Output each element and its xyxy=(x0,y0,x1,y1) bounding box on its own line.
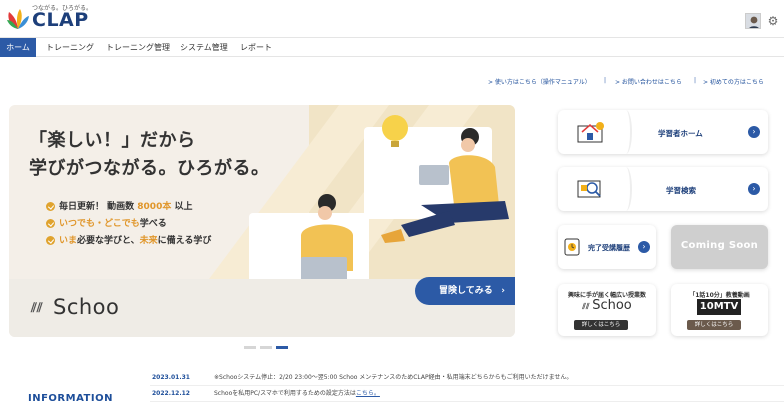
tentv-promo-heading: 「1話10分」教養動画 xyxy=(689,292,750,299)
main-nav: ホーム トレーニング トレーニング管理 システム管理 レポート xyxy=(0,37,784,57)
nav-system-management[interactable]: システム管理 xyxy=(174,38,234,57)
search-screen-icon xyxy=(577,180,601,198)
card-divider xyxy=(620,167,632,211)
completed-history-label: 完了受講履歴 xyxy=(588,244,630,252)
learning-search-card[interactable]: 学習検索 › xyxy=(558,167,768,211)
logo-wordmark: CLAP xyxy=(32,9,89,31)
schoo-promo-logo: ⫽⫽ Schoo xyxy=(582,298,632,313)
hero-bullets: 毎日更新！ 動画数 8000本 以上 いつでも・どこでも学べる いま必要な学びと… xyxy=(46,200,211,251)
news-text: Schooを私用PC/スマホで利用するための設定方法はこちら。 xyxy=(214,390,380,397)
schoo-promo-card[interactable]: 興味に手が届く幅広い授業数 ⫽⫽ Schoo 詳しくはこちら xyxy=(558,284,656,336)
nav-training-management[interactable]: トレーニング管理 xyxy=(100,38,176,57)
hero-title-line1: 「楽しい！」だから xyxy=(29,130,196,151)
bullet-item: いま必要な学びと、未来に備える学び xyxy=(46,234,211,251)
bullet-item: 毎日更新！ 動画数 8000本 以上 xyxy=(46,200,211,217)
history-icon xyxy=(564,238,580,256)
adventure-button[interactable]: 冒険してみる › xyxy=(415,277,515,305)
bullet-item: いつでも・どこでも学べる xyxy=(46,217,211,234)
information-heading: INFORMATION xyxy=(28,393,113,404)
chevron-right-icon: › xyxy=(501,286,505,296)
manual-link[interactable]: > 使い方はこちら（操作マニュアル） xyxy=(488,77,591,86)
schoo-stripes-icon: ⫽⫽ xyxy=(582,302,593,311)
hero-banner[interactable]: 「楽しい！」だから 学びがつながる。ひろがる。 毎日更新！ 動画数 8000本 … xyxy=(9,105,515,337)
hero-title-line2: 学びがつながる。ひろがる。 xyxy=(29,158,270,179)
schoo-stripes-icon: ⫽⫽ xyxy=(31,301,43,316)
news-date: 2023.01.31 xyxy=(152,374,190,381)
hero-title: 「楽しい！」だから 学びがつながる。ひろがる。 xyxy=(29,127,270,183)
user-photo-icon xyxy=(746,14,760,28)
house-icon xyxy=(577,122,604,143)
tentv-logo: 10MTV xyxy=(697,299,741,315)
learner-home-label: 学習者ホーム xyxy=(658,129,703,138)
news-date: 2022.12.12 xyxy=(152,390,190,397)
coming-soon-label: Coming Soon xyxy=(680,240,759,251)
news-text: ※Schooシステム停止：2/20 23:00～翌5:00 Schoo メンテナ… xyxy=(214,374,573,381)
nav-report[interactable]: レポート xyxy=(234,38,278,57)
coming-soon-card: Coming Soon xyxy=(671,225,768,269)
carousel-dot[interactable] xyxy=(244,346,256,349)
help-links: > 使い方はこちら（操作マニュアル） | > お問い合わせはこちら | > 初め… xyxy=(470,77,780,89)
news-row: 2022.12.12 Schooを私用PC/スマホで利用するための設定方法はこち… xyxy=(150,386,784,402)
carousel-dot[interactable] xyxy=(260,346,272,349)
tentv-promo-card[interactable]: 「1話10分」教養動画 10MTV 詳しくはこちら xyxy=(671,284,768,336)
user-avatar[interactable] xyxy=(745,13,761,29)
news-list: 2023.01.31 ※Schooシステム停止：2/20 23:00～翌5:00… xyxy=(0,370,784,402)
link-divider: | xyxy=(604,77,607,84)
contact-link[interactable]: > お問い合わせはこちら xyxy=(615,77,682,86)
first-time-link[interactable]: > 初めての方はこちら xyxy=(703,77,764,86)
completed-history-card[interactable]: 完了受講履歴 › xyxy=(558,225,656,269)
card-divider xyxy=(620,110,632,154)
link-divider: | xyxy=(694,77,697,84)
carousel-dot-active[interactable] xyxy=(276,346,288,349)
learning-search-label: 学習検索 xyxy=(666,186,696,195)
nav-training[interactable]: トレーニング xyxy=(40,38,100,57)
tentv-details-button[interactable]: 詳しくはこちら xyxy=(687,320,741,330)
chevron-right-icon: › xyxy=(748,126,760,138)
schoo-wordmark: Schoo xyxy=(53,295,120,319)
leaf-logo-icon xyxy=(7,9,29,29)
learner-home-card[interactable]: 学習者ホーム › xyxy=(558,110,768,154)
schoo-details-button[interactable]: 詳しくはこちら xyxy=(574,320,628,330)
adventure-button-label: 冒険してみる xyxy=(439,286,493,296)
news-row: 2023.01.31 ※Schooシステム停止：2/20 23:00～翌5:00… xyxy=(150,370,784,386)
clap-logo[interactable]: つながる。ひろがる。 CLAP xyxy=(6,3,96,33)
chevron-right-icon: › xyxy=(638,241,650,253)
gear-icon[interactable]: ⚙ xyxy=(766,14,780,28)
top-header: つながる。ひろがる。 CLAP ⚙ xyxy=(0,0,784,37)
nav-home[interactable]: ホーム xyxy=(0,38,36,57)
chevron-right-icon: › xyxy=(748,183,760,195)
news-link[interactable]: こちら。 xyxy=(356,390,380,397)
